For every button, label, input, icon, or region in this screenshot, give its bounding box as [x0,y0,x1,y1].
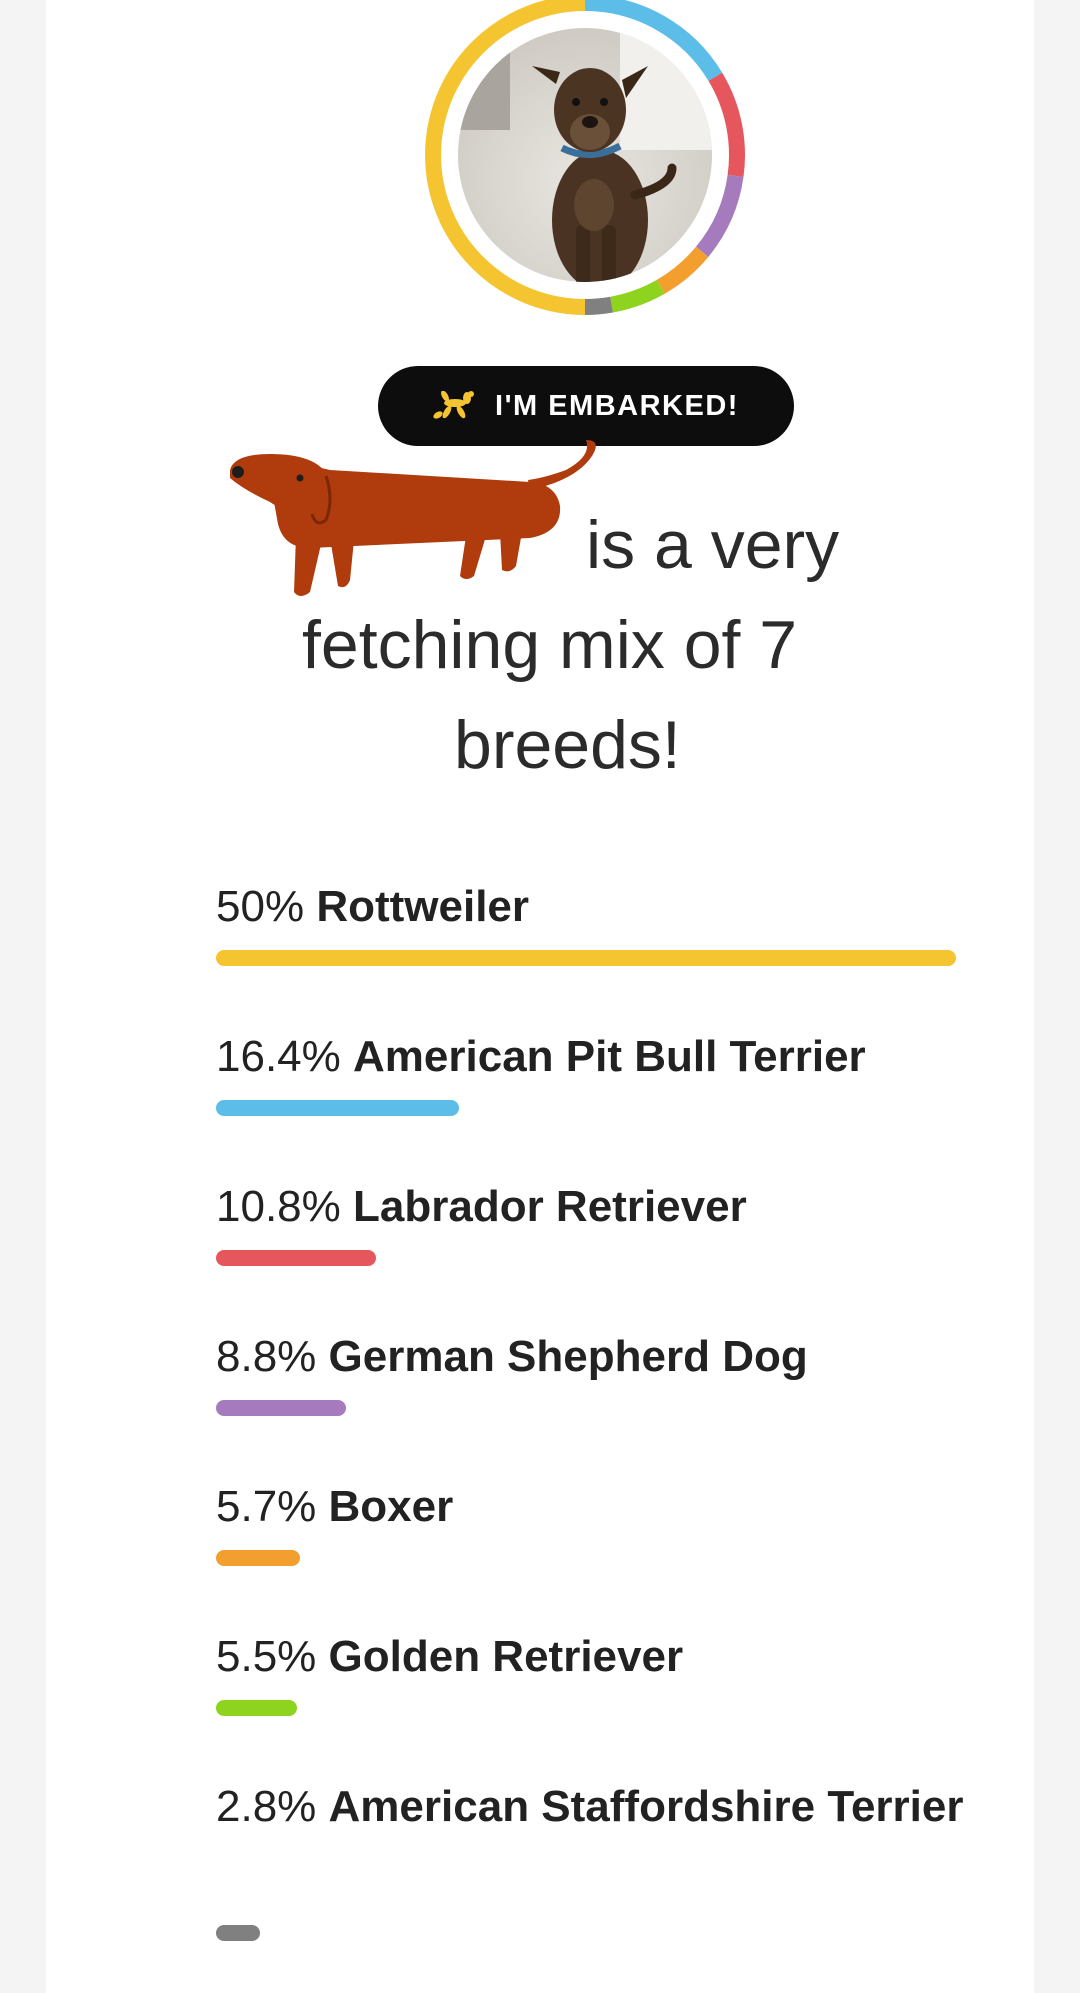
headline-line-1: is a very [586,507,840,583]
dog-avatar[interactable] [410,0,760,330]
breed-name: Rottweiler [316,882,530,931]
breed-row-rottweiler[interactable]: 50% Rottweiler [216,870,976,966]
breed-percent: 2.8% [216,1782,317,1831]
breed-name: American Pit Bull Terrier [353,1032,866,1081]
embarked-badge: I'M EMBARKED! [378,366,794,446]
breed-percent: 10.8% [216,1182,341,1231]
breed-bar [216,1925,260,1941]
ring-segment [584,296,614,315]
breed-percent: 16.4% [216,1032,341,1081]
breed-row-american-pit-bull-terrier[interactable]: 16.4% American Pit Bull Terrier [216,1020,976,1116]
breed-percent: 50% [216,882,305,931]
breed-name: Golden Retriever [328,1632,684,1681]
breed-bar [216,1250,376,1266]
breed-row-american-staffordshire-terrier[interactable]: 2.8% American Staffordshire Terrier [216,1770,976,1941]
badge-label: I'M EMBARKED! [495,389,739,422]
breed-percent: 5.7% [216,1482,317,1531]
breed-percent: 8.8% [216,1332,317,1381]
ring-segment [610,279,665,313]
breed-name: German Shepherd Dog [328,1332,808,1381]
breed-row-golden-retriever[interactable]: 5.5% Golden Retriever [216,1620,976,1716]
headline-line-2: fetching mix of 7 [302,607,798,683]
breed-name: Labrador Retriever [353,1182,747,1231]
breed-row-boxer[interactable]: 5.7% Boxer [216,1470,976,1566]
dachshund-icon [230,440,600,615]
breed-bar [216,950,956,966]
breed-name: Boxer [328,1482,454,1531]
breed-percent: 5.5% [216,1632,317,1681]
breed-row-labrador-retriever[interactable]: 10.8% Labrador Retriever [216,1170,976,1266]
breed-bar [216,1100,459,1116]
balloon-dog-icon [433,391,477,421]
results-card: I'M EMBARKED! is a very fetching mix of … [46,0,1034,1993]
breed-bar [216,1700,297,1716]
breed-name: American Staffordshire Terrier [328,1782,964,1831]
headline-line-3: breeds! [454,707,681,783]
breed-bar [216,1550,300,1566]
breed-ring [425,0,745,315]
breed-bar [216,1400,346,1416]
breed-row-german-shepherd-dog[interactable]: 8.8% German Shepherd Dog [216,1320,976,1416]
